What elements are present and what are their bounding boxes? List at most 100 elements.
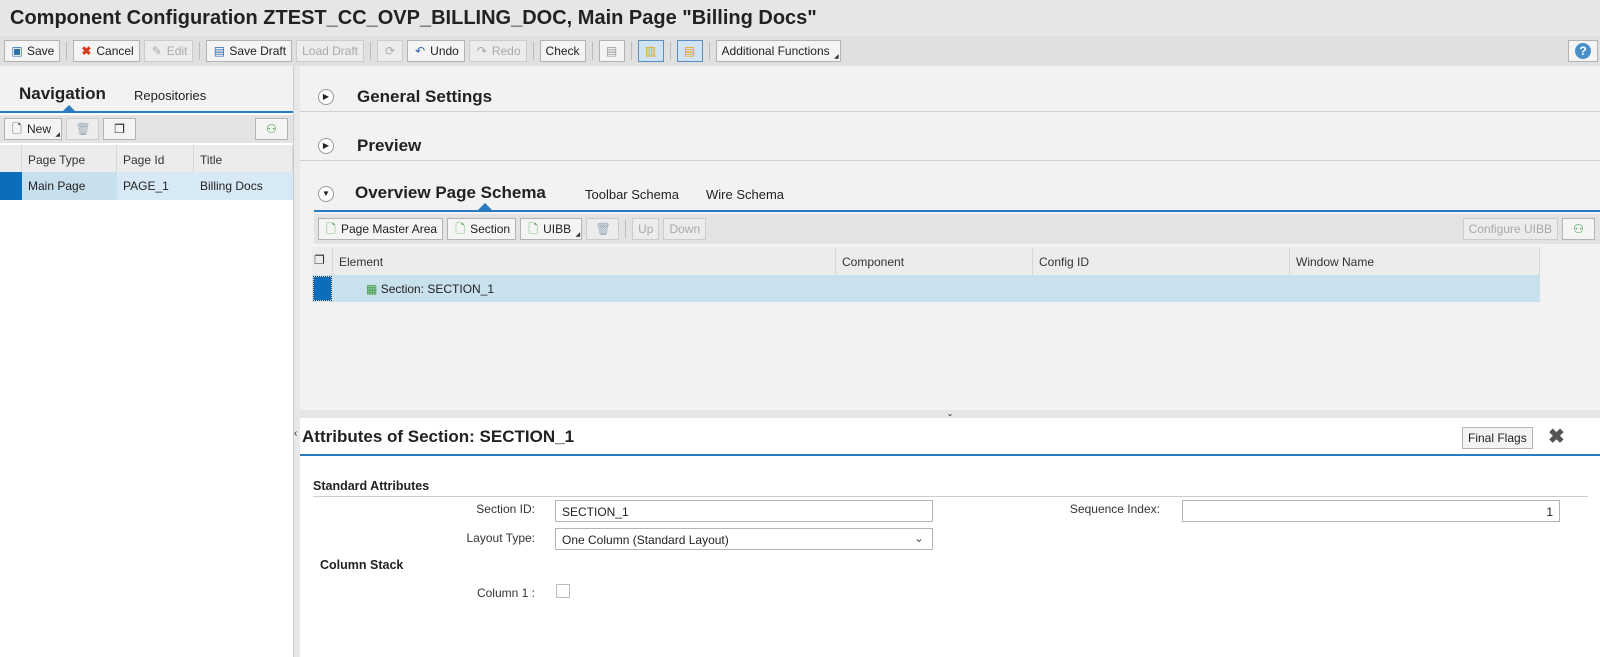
row-selector[interactable] — [313, 276, 332, 301]
edit-button[interactable]: ✎ Edit — [143, 40, 194, 62]
active-tab-indicator — [478, 203, 492, 210]
add-uibb-button[interactable]: 🗋 UIBB ◢ — [520, 218, 583, 240]
move-down-button[interactable]: Down — [663, 218, 707, 240]
layout-none-button[interactable]: ▤ — [598, 40, 625, 62]
cell-page-type: Main Page — [22, 172, 117, 200]
user-wrench-icon: ⚇ — [266, 122, 277, 136]
cell-config-id — [1033, 275, 1045, 302]
add-document-icon: 🗋 — [326, 222, 336, 236]
add-section-button[interactable]: 🗋 Section — [447, 218, 517, 240]
delete-element-button[interactable]: 🗑 — [586, 218, 620, 240]
help-button[interactable]: ? — [1568, 40, 1598, 62]
column-1-label: Column 1 : — [476, 586, 535, 600]
column-header[interactable]: Page Id — [117, 145, 194, 172]
schema-table-header: ❐ Element Component Config ID Window Nam… — [312, 247, 1540, 275]
column-1-checkbox[interactable] — [556, 584, 570, 598]
expand-icon[interactable]: ▶ — [318, 89, 334, 105]
additional-functions-button[interactable]: Additional Functions ◢ — [715, 40, 841, 62]
undo-button[interactable]: ↶ Undo — [407, 40, 465, 62]
horizontal-splitter[interactable]: ⌄ — [300, 410, 1600, 418]
close-icon[interactable]: ✖ — [1548, 424, 1565, 449]
select-all-icon[interactable]: ❐ — [312, 247, 333, 275]
page-title: Component Configuration ZTEST_CC_OVP_BIL… — [10, 7, 817, 29]
pencil-icon: ✎ — [151, 44, 162, 58]
layout-vertical-icon: ▥ — [644, 44, 657, 58]
chevron-down-icon: ⌄ — [946, 409, 954, 418]
delete-button[interactable]: 🗑 — [66, 118, 100, 140]
row-selector[interactable] — [0, 172, 22, 200]
layout-type-label: Layout Type: — [466, 531, 536, 545]
chevron-down-icon: ⌄ — [913, 531, 924, 545]
dropdown-arrow-icon: ◢ — [834, 54, 839, 60]
separator — [669, 42, 671, 60]
save-draft-button[interactable]: ▤ Save Draft — [206, 40, 293, 62]
column-header[interactable]: Page Type — [22, 145, 117, 172]
tab-repositories[interactable]: Repositories — [134, 88, 206, 103]
section-heading: Standard Attributes — [313, 479, 430, 493]
new-button[interactable]: 🗋 New ◢ — [4, 118, 63, 140]
user-settings-button[interactable]: ⚇ — [255, 118, 288, 140]
tab-overview-page-schema[interactable]: Overview Page Schema — [355, 183, 546, 203]
copy-button[interactable]: ❐ — [103, 118, 137, 140]
pages-table-header: Page Type Page Id Title — [0, 145, 293, 172]
collapse-left-icon[interactable]: ‹ — [294, 428, 297, 439]
redo-icon: ↷ — [476, 44, 487, 58]
cell-element: ▦ Section: SECTION_1 — [366, 282, 495, 296]
tab-navigation[interactable]: Navigation — [19, 84, 106, 104]
column-header[interactable]: Component — [836, 247, 1033, 275]
undo-icon: ↶ — [415, 44, 426, 58]
user-settings-button[interactable]: ⚇ — [1562, 218, 1595, 240]
tab-toolbar-schema[interactable]: Toolbar Schema — [585, 187, 679, 202]
column-header[interactable]: Window Name — [1290, 247, 1540, 275]
refresh-button[interactable]: ⟳ — [377, 40, 404, 62]
preview-panel[interactable]: ▶ Preview — [300, 129, 1600, 161]
layout-type-select[interactable]: One Column (Standard Layout) ⌄ — [555, 528, 933, 550]
load-draft-button[interactable]: Load Draft — [296, 40, 365, 62]
section-icon: ▦ — [366, 282, 378, 296]
cancel-button[interactable]: ✖ Cancel — [73, 40, 140, 62]
final-flags-button[interactable]: Final Flags — [1462, 427, 1533, 449]
section-id-field[interactable]: SECTION_1 — [555, 500, 933, 522]
check-button[interactable]: Check — [539, 40, 586, 62]
redo-button[interactable]: ↷ Redo — [468, 40, 527, 62]
section-heading: Column Stack — [320, 558, 404, 572]
layout-type-value: One Column (Standard Layout) — [562, 533, 729, 547]
editor-area: ▶ General Settings ▶ Preview ▼ Overview Pa… — [300, 66, 1600, 418]
move-up-button[interactable]: Up — [632, 218, 660, 240]
add-document-icon: 🗋 — [455, 222, 465, 236]
general-settings-panel[interactable]: ▶ General Settings — [300, 80, 1600, 112]
attributes-header: Attributes of Section: SECTION_1 Final F… — [300, 418, 1600, 456]
save-icon: ▣ — [11, 44, 23, 58]
table-row[interactable]: Main Page PAGE_1 Billing Docs — [0, 172, 293, 200]
layout-horizontal-button[interactable]: ▤ — [676, 40, 703, 62]
cell-title: Billing Docs — [200, 179, 263, 193]
tab-wire-schema[interactable]: Wire Schema — [706, 187, 784, 202]
column-header[interactable]: Config ID — [1033, 247, 1290, 275]
dropdown-arrow-icon: ◢ — [575, 232, 581, 238]
user-wrench-icon: ⚇ — [1573, 222, 1584, 236]
navigation-tabs: Navigation Repositories — [0, 66, 293, 113]
table-row[interactable]: ▦ Section: SECTION_1 — [312, 275, 1540, 302]
add-page-master-area-button[interactable]: 🗋 Page Master Area — [318, 218, 444, 240]
schema-tabs: ▼ Overview Page Schema Toolbar Schema Wi… — [314, 178, 1600, 212]
column-header[interactable]: Element — [333, 247, 836, 275]
expand-icon[interactable]: ▶ — [318, 138, 334, 154]
separator — [66, 42, 68, 60]
attributes-panel: ‹ Attributes of Section: SECTION_1 Final… — [294, 418, 1600, 657]
trash-icon: 🗑 — [595, 222, 611, 236]
add-document-icon: 🗋 — [528, 222, 538, 236]
copy-icon: ❐ — [114, 122, 125, 136]
configure-uibb-button[interactable]: Configure UIBB — [1462, 218, 1558, 240]
section-id-label: Section ID: — [476, 502, 535, 516]
separator — [532, 42, 534, 60]
collapse-icon[interactable]: ▼ — [318, 186, 334, 202]
save-button[interactable]: ▣ Save — [4, 40, 61, 62]
vertical-splitter[interactable] — [293, 66, 300, 657]
column-header[interactable]: Title — [194, 145, 293, 172]
navigation-panel: Navigation Repositories 🗋 New ◢ 🗑 ❐ ⚇ Page… — [0, 66, 293, 657]
main-toolbar: ▣ Save ✖ Cancel ✎ Edit ▤ Save Draft Load Dra… — [0, 36, 1600, 66]
sequence-index-field[interactable]: 1 — [1182, 500, 1560, 522]
layout-vertical-button[interactable]: ▥ — [637, 40, 664, 62]
refresh-icon: ⟳ — [385, 44, 396, 58]
cell-component — [836, 275, 848, 302]
